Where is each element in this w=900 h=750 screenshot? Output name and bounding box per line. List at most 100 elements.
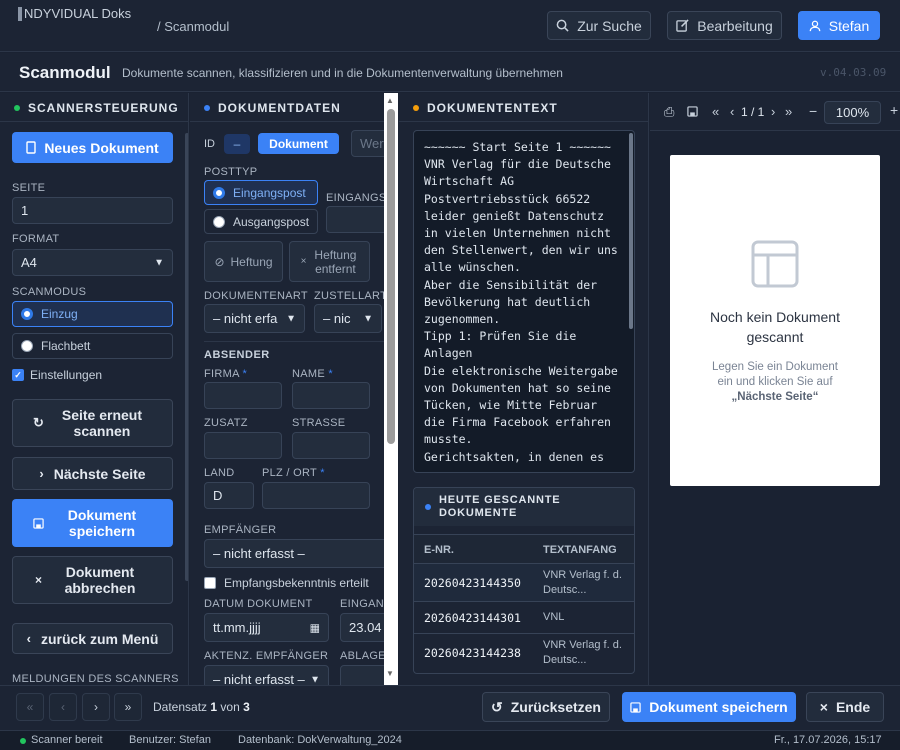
section-dot-icon: [204, 105, 210, 111]
paperclip-icon: ⊘: [214, 254, 225, 269]
back-menu-button[interactable]: ‹ zurück zum Menü: [12, 623, 173, 654]
row-text: VNR Verlag f. d. Deutsc...: [543, 569, 622, 596]
radio-checked-icon: [213, 186, 225, 199]
page-info: 1 / 1: [741, 105, 765, 119]
next-page-button[interactable]: › Nächste Seite: [12, 457, 173, 490]
einstellungen-checkbox[interactable]: ✓ Einstellungen: [12, 368, 102, 382]
chevron-down-icon: ▼: [310, 674, 320, 685]
doctext-area[interactable]: ~~~~~~ Start Seite 1 ~~~~~~ VNR Verlag fü…: [413, 130, 635, 473]
scanner-scrollbar[interactable]: [185, 133, 188, 581]
prev-page-icon[interactable]: ‹: [730, 104, 734, 119]
format-select[interactable]: A4 ▼: [12, 249, 173, 276]
last-record-button[interactable]: »: [114, 693, 142, 721]
id-value: –: [224, 134, 250, 154]
empf-select[interactable]: – nicht erfasst –: [204, 539, 394, 568]
edit-button[interactable]: Bearbeitung: [667, 11, 782, 40]
firma-input[interactable]: [204, 382, 282, 409]
mode-flachbett-label: Flachbett: [41, 339, 91, 353]
save-document-button[interactable]: Dokument speichern: [12, 499, 173, 547]
prev-record-button[interactable]: ‹: [49, 693, 77, 721]
table-row[interactable]: 20260423144301 VNL: [414, 602, 634, 634]
datum-input[interactable]: tt.mm.jjjj ▦: [204, 613, 329, 642]
app-logo[interactable]: NDYVIDUAL Doks: [18, 6, 131, 21]
doctext-scrollbar[interactable]: [629, 133, 633, 329]
footer-bar: « ‹ › » Datensatz 1 von 3 ↺ Zurücksetzen…: [0, 685, 900, 730]
search-button[interactable]: Zur Suche: [547, 11, 651, 40]
dokart-select[interactable]: – nicht erfa ▼: [204, 304, 305, 333]
docdata-divider: [190, 121, 384, 122]
name-input[interactable]: [292, 382, 370, 409]
scroll-up-icon[interactable]: ▲: [386, 96, 394, 105]
zoom-out-icon[interactable]: −: [809, 103, 817, 119]
plz-label-text: PLZ / ORT: [262, 467, 317, 479]
row-enr: 20260423144301: [424, 611, 521, 625]
end-button[interactable]: × Ende: [806, 692, 884, 722]
empfangsbek-checkbox[interactable]: Empfangsbekenntnis erteilt: [204, 576, 369, 590]
einstellungen-label: Einstellungen: [30, 368, 103, 382]
mode-einzug-radio[interactable]: Einzug: [12, 301, 173, 327]
zoom-in-icon[interactable]: +: [890, 102, 898, 118]
doctext-line: den Stellenwert, den wir uns: [424, 243, 618, 258]
radio-checked-icon: [21, 308, 33, 320]
zoom-input[interactable]: 100%: [824, 101, 881, 124]
close-small-icon: ×: [300, 255, 307, 267]
heftung-entfernt-label: Heftung entfernt: [314, 247, 357, 276]
close-icon: ×: [819, 699, 828, 715]
heftung-entfernt-toggle[interactable]: × Heftung entfernt: [289, 241, 370, 282]
calendar-icon[interactable]: ▦: [310, 621, 320, 634]
cancel-document-button[interactable]: × Dokument abbrechen: [12, 556, 173, 604]
heftung-toggle[interactable]: ⊘ Heftung: [204, 241, 283, 282]
doc-type-badge[interactable]: Dokument: [258, 133, 339, 154]
rescan-button[interactable]: ↻ Seite erneut scannen: [12, 399, 173, 447]
footer-save-button[interactable]: Dokument speichern: [622, 692, 796, 722]
scroll-thumb[interactable]: [387, 109, 395, 444]
chevron-down-icon: ▼: [286, 313, 296, 324]
doctext-heading: Dokumententext: [413, 101, 558, 115]
reset-button[interactable]: ↺ Zurücksetzen: [482, 692, 610, 722]
next-record-button[interactable]: ›: [82, 693, 110, 721]
datum-label: DATUM DOKUMENT: [204, 598, 313, 610]
doctext-line: VNR Verlag für die Deutsche: [424, 157, 611, 172]
end-label: Ende: [835, 699, 871, 715]
empfangsbek-label: Empfangsbekenntnis erteilt: [224, 576, 369, 590]
table-row[interactable]: 20260423144350 VNR Verlag f. d. Deutsc..…: [414, 564, 634, 602]
last-page-icon[interactable]: »: [785, 104, 792, 119]
docdata-scrollbar[interactable]: ▲ ▼: [384, 93, 398, 685]
plz-label: PLZ / ORT *: [262, 467, 325, 479]
doctext-line: alle wünschen.: [424, 260, 521, 275]
table-row[interactable]: 20260423144238 VNR Verlag f. d. Deutsc..…: [414, 634, 634, 673]
rotate-icon: ↻: [33, 415, 44, 430]
eingangspost-radio[interactable]: Eingangspost: [204, 180, 318, 205]
zustell-select[interactable]: – nic ▼: [314, 304, 382, 333]
first-record-button[interactable]: «: [16, 693, 44, 721]
doctext-heading-text: Dokumententext: [427, 101, 558, 115]
back-menu-label: zurück zum Menü: [40, 630, 159, 647]
land-input[interactable]: D: [204, 482, 254, 509]
scanner-messages-label: MELDUNGEN DES SCANNERS: [12, 673, 179, 685]
chevron-left-icon: ‹: [26, 630, 31, 646]
first-page-icon[interactable]: «: [712, 104, 719, 119]
seite-input[interactable]: 1: [12, 197, 173, 224]
aktenz-select[interactable]: – nicht erfasst – ▼: [204, 665, 329, 685]
new-document-button[interactable]: Neues Dokument: [12, 132, 173, 163]
zusatz-input[interactable]: [204, 432, 282, 459]
edit-button-label: Bearbeitung: [697, 17, 773, 34]
scanmodus-label: SCANMODUS: [12, 286, 87, 298]
mode-flachbett-radio[interactable]: Flachbett: [12, 333, 173, 359]
document-icon: [26, 141, 37, 154]
scroll-down-icon[interactable]: ▼: [386, 669, 394, 678]
save-document-label: Dokument speichern: [67, 507, 137, 539]
section-dot-icon: [413, 105, 419, 111]
strasse-input[interactable]: [292, 432, 370, 459]
doctext-content: ~~~~~~ Start Seite 1 ~~~~~~ VNR Verlag fü…: [424, 139, 618, 466]
doctext-line: Tücken, wie Mitte Februar: [424, 398, 598, 413]
eingangs-label: EINGANGS: [326, 192, 387, 204]
next-page-icon[interactable]: ›: [771, 104, 775, 119]
save-icon[interactable]: [687, 106, 698, 117]
preview-panel: ⎙ « ‹ 1 / 1 › » − 100% + Noch kein Dokum…: [650, 93, 900, 685]
user-button[interactable]: Stefan: [798, 11, 880, 40]
ausgangspost-radio[interactable]: Ausgangspost: [204, 209, 318, 234]
plz-input[interactable]: [262, 482, 370, 509]
print-icon[interactable]: ⎙: [664, 104, 674, 120]
search-button-label: Zur Suche: [577, 17, 642, 34]
